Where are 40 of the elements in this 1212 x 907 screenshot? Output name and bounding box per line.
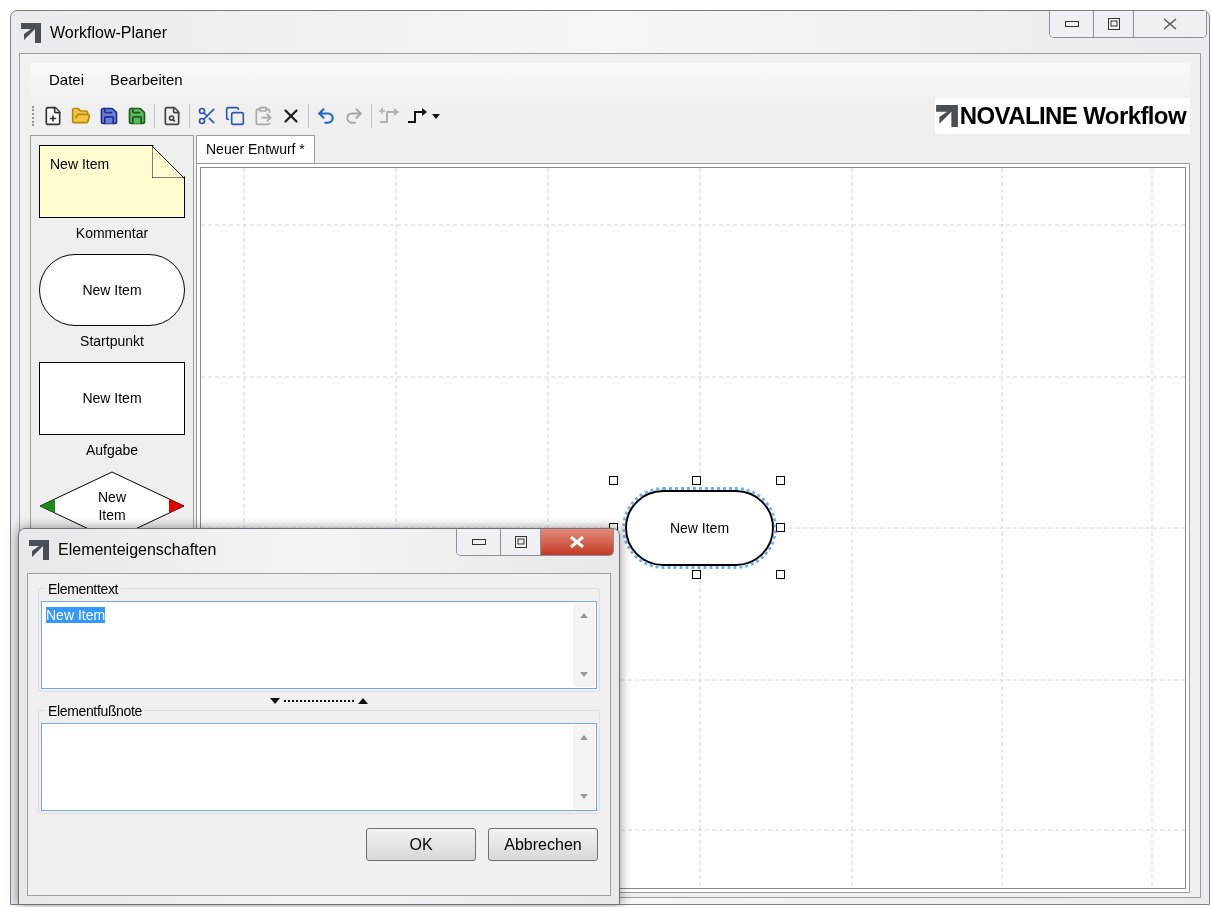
start-node[interactable]: New Item	[625, 490, 774, 566]
maximize-button[interactable]	[1094, 11, 1134, 37]
resize-handle[interactable]	[692, 476, 701, 485]
brand-logo: NOVALINE Workflow	[934, 98, 1190, 134]
resize-handle[interactable]	[609, 476, 618, 485]
text-area-field[interactable]	[41, 723, 597, 811]
resize-handle[interactable]	[692, 570, 701, 579]
maximize-icon	[514, 536, 527, 548]
menu-item[interactable]: Bearbeiten	[99, 68, 194, 92]
dialog-button[interactable]: OK	[366, 828, 476, 861]
shape-label: Kommentar	[75, 224, 149, 243]
maximize-icon	[1107, 18, 1120, 30]
menu-item[interactable]: Datei	[38, 68, 96, 92]
dialog-logo-icon	[28, 539, 50, 561]
app-logo-icon	[20, 22, 42, 44]
window-title: Workflow-Planer	[50, 23, 168, 43]
resize-handle[interactable]	[776, 476, 785, 485]
close-icon	[570, 536, 584, 548]
scroll-up-icon[interactable]	[580, 613, 588, 618]
close-button[interactable]	[541, 529, 613, 555]
dialog-button[interactable]: Abbrechen	[488, 828, 598, 861]
logo-mark-icon	[934, 104, 959, 128]
maximize-button[interactable]	[501, 529, 541, 555]
document-tab[interactable]: Neuer Entwurf *	[196, 135, 315, 163]
minimize-button[interactable]	[457, 529, 501, 555]
dropdown-caret-icon[interactable]	[432, 113, 440, 119]
minimize-button[interactable]	[1050, 11, 1094, 37]
resize-handle[interactable]	[776, 523, 785, 532]
scroll-up-icon[interactable]	[580, 735, 588, 740]
minimize-icon	[471, 539, 486, 545]
comment-shape[interactable]: New Item	[39, 145, 185, 218]
shape-label: Startpunkt	[80, 332, 144, 351]
minimize-icon	[1064, 21, 1079, 27]
start-shape[interactable]: New Item	[39, 254, 185, 326]
scroll-down-icon[interactable]	[580, 794, 588, 799]
resize-handle[interactable]	[776, 570, 785, 579]
task-shape[interactable]: New Item	[39, 362, 185, 435]
scroll-down-icon[interactable]	[580, 672, 588, 677]
close-icon	[1163, 18, 1177, 30]
shape-label: Aufgabe	[85, 441, 139, 460]
